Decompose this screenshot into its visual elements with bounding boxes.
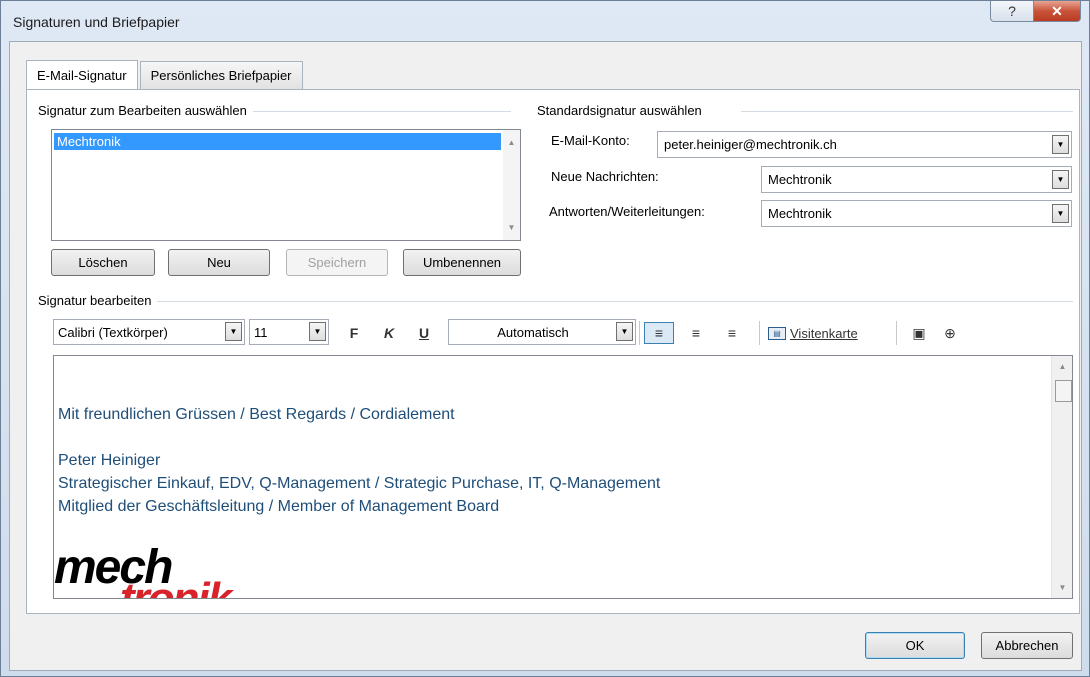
signature-editor[interactable]: Mit freundlichen Grüssen / Best Regards … [53,355,1073,599]
font-color-value: Automatisch [497,324,569,340]
business-card-label: Visitenkarte [790,325,858,341]
align-center-icon[interactable]: ≡ [681,322,711,344]
tab-email-signature[interactable]: E-Mail-Signatur [26,60,138,89]
email-account-value: peter.heiniger@mechtronik.ch [664,137,837,152]
signature-line: Strategischer Einkauf, EDV, Q-Management… [58,475,661,492]
bold-button[interactable]: F [344,322,364,344]
signature-line: Mit freundlichen Grüssen / Best Regards … [58,406,455,423]
group-divider [741,111,1073,112]
dialog-window: Signaturen und Briefpapier ? ✕ E-Mail-Si… [0,0,1090,677]
chevron-down-icon[interactable]: ▼ [309,322,326,341]
font-size-select[interactable]: 11 ▼ [249,319,329,345]
rename-button[interactable]: Umbenennen [403,249,521,276]
chevron-down-icon[interactable]: ▼ [1052,170,1069,189]
ok-button[interactable]: OK [865,632,965,659]
help-icon: ? [1008,3,1016,19]
group-divider [41,301,1073,302]
list-item[interactable]: Mechtronik [54,133,501,150]
cancel-button[interactable]: Abbrechen [981,632,1073,659]
email-account-label: E-Mail-Konto: [551,133,630,148]
scroll-up-icon[interactable]: ▲ [503,134,520,151]
font-color-select[interactable]: Automatisch ▼ [448,319,636,345]
toolbar-separator [896,321,897,345]
font-size-value: 11 [254,324,268,340]
insert-hyperlink-icon[interactable]: ⊕ [937,322,963,344]
signature-select-label: Signatur zum Bearbeiten auswählen [38,103,253,118]
scroll-thumb[interactable] [1055,380,1072,402]
new-messages-label: Neue Nachrichten: [551,169,659,184]
tab-label: E-Mail-Signatur [37,67,127,83]
scroll-down-icon[interactable]: ▼ [503,219,520,236]
replies-forwards-label: Antworten/Weiterleitungen: [549,204,705,219]
delete-button[interactable]: Löschen [51,249,155,276]
insert-picture-icon[interactable]: ▣ [906,322,932,344]
signature-line: Mitglied der Geschäftsleitung / Member o… [58,498,500,515]
new-messages-select[interactable]: Mechtronik ▼ [761,166,1072,193]
signature-line: Peter Heiniger [58,452,161,469]
close-button[interactable]: ✕ [1033,1,1081,22]
email-account-select[interactable]: peter.heiniger@mechtronik.ch ▼ [657,131,1072,158]
chevron-down-icon[interactable]: ▼ [1052,204,1069,223]
font-select[interactable]: Calibri (Textkörper) ▼ [53,319,245,345]
new-messages-value: Mechtronik [768,172,832,187]
chevron-down-icon[interactable]: ▼ [225,322,242,341]
underline-button[interactable]: U [414,322,434,344]
signature-listbox[interactable]: Mechtronik ▲ ▼ [51,129,521,241]
scroll-up-icon[interactable]: ▲ [1054,358,1071,375]
business-card-icon: ▤ [768,326,786,340]
tab-strip: E-Mail-Signatur Persönliches Briefpapier [26,60,305,89]
replies-forwards-select[interactable]: Mechtronik ▼ [761,200,1072,227]
business-card-button[interactable]: ▤ Visitenkarte [768,322,886,344]
listbox-scrollbar[interactable]: ▲ ▼ [503,130,520,240]
help-button[interactable]: ? [990,1,1034,22]
default-signature-label: Standardsignatur auswählen [537,103,708,118]
toolbar-separator [759,321,760,345]
toolbar-separator [639,321,640,345]
save-button[interactable]: Speichern [286,249,388,276]
replies-forwards-value: Mechtronik [768,206,832,221]
close-icon: ✕ [1051,2,1063,19]
tab-personal-stationery[interactable]: Persönliches Briefpapier [139,61,303,89]
align-left-icon[interactable]: ≡ [644,322,674,344]
company-logo: tronik [120,574,232,599]
tab-label: Persönliches Briefpapier [150,68,292,83]
new-button[interactable]: Neu [168,249,270,276]
font-value: Calibri (Textkörper) [58,324,168,340]
chevron-down-icon[interactable]: ▼ [1052,135,1069,154]
window-title: Signaturen und Briefpapier [13,14,180,30]
chevron-down-icon[interactable]: ▼ [616,322,633,341]
editor-scrollbar[interactable]: ▲ ▼ [1051,356,1072,598]
title-bar: Signaturen und Briefpapier ? ✕ [1,1,1089,41]
italic-button[interactable]: K [379,322,399,344]
edit-signature-label: Signatur bearbeiten [38,293,158,308]
align-right-icon[interactable]: ≡ [717,322,747,344]
scroll-down-icon[interactable]: ▼ [1054,579,1071,596]
